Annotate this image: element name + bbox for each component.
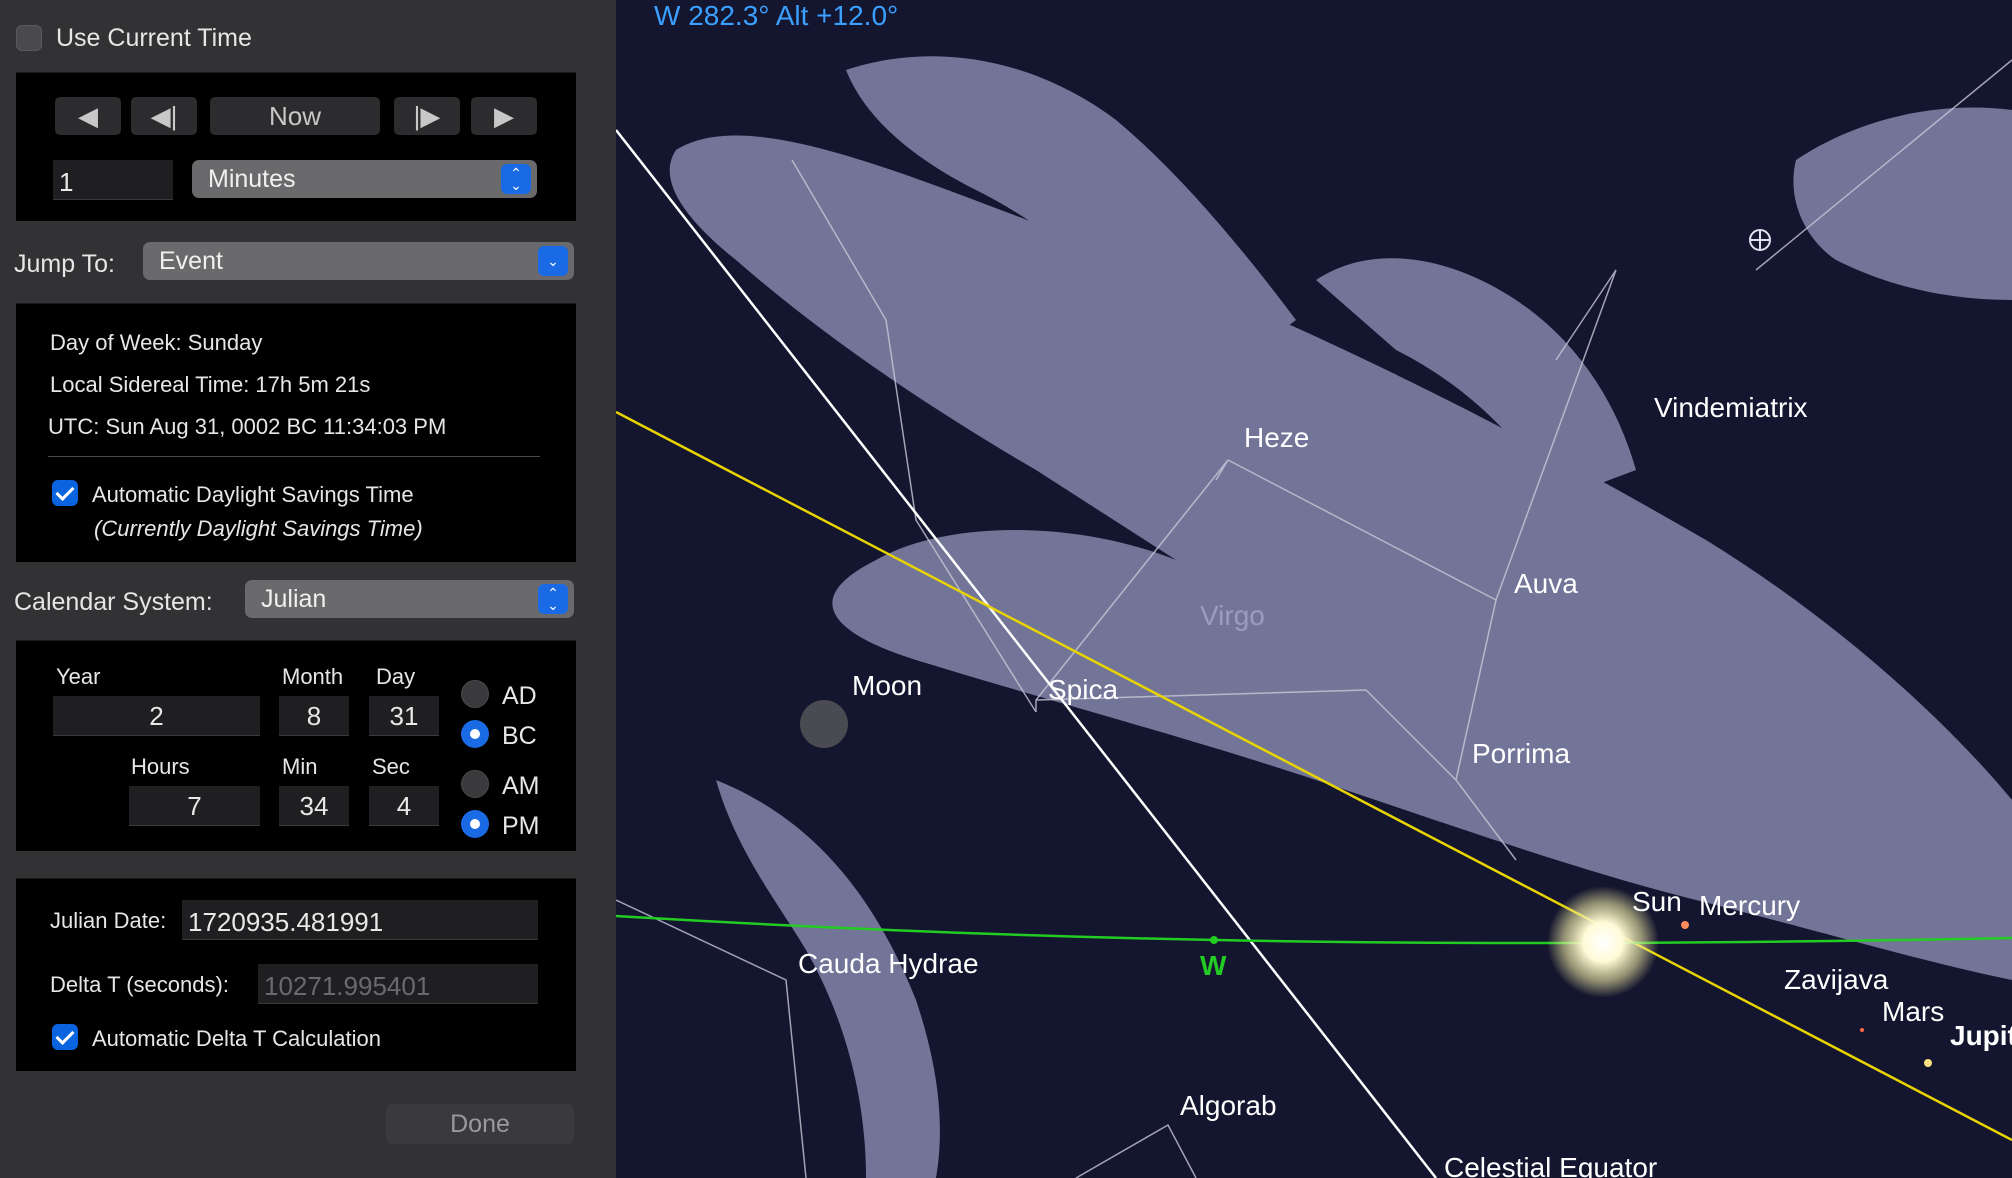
day-label: Day	[376, 664, 416, 689]
done-button[interactable]: Done	[386, 1104, 574, 1144]
year-label: Year	[56, 664, 101, 689]
utc-time: UTC: Sun Aug 31, 0002 BC 11:34:03 PM	[48, 414, 447, 439]
delta-t-field: 10271.995401	[258, 964, 538, 1004]
local-sidereal-time: Local Sidereal Time: 17h 5m 21s	[50, 372, 371, 397]
calendar-stepper-icon: ⌃ ⌄	[538, 584, 568, 614]
jump-to-select[interactable]: Event	[143, 242, 574, 280]
sec-field[interactable]: 4	[369, 786, 439, 826]
month-field[interactable]: 8	[279, 696, 349, 736]
auto-delta-t-label: Automatic Delta T Calculation	[92, 1026, 381, 1051]
min-field[interactable]: 34	[279, 786, 349, 826]
sec-label: Sec	[372, 754, 410, 779]
label-jupiter[interactable]: Jupit	[1950, 1020, 2012, 1052]
step-amount-field[interactable]: 1	[53, 160, 173, 200]
julian-date-field[interactable]: 1720935.481991	[182, 900, 538, 940]
label-auva[interactable]: Auva	[1514, 568, 1578, 600]
bc-radio[interactable]	[461, 720, 489, 748]
sky-chart-svg	[616, 56, 2012, 1178]
label-heze[interactable]: Heze	[1244, 422, 1309, 454]
direction-altitude-readout: W 282.3° Alt +12.0°	[654, 0, 899, 31]
bc-label: BC	[502, 722, 537, 750]
auto-delta-t-checkbox[interactable]	[52, 1024, 78, 1050]
step-unit-select[interactable]: Minutes	[192, 160, 537, 198]
back-fast-button[interactable]: ◀	[55, 97, 121, 135]
label-spica[interactable]: Spica	[1048, 674, 1118, 706]
pm-label: PM	[502, 812, 540, 840]
month-label: Month	[282, 664, 344, 689]
label-west-point: W	[1200, 950, 1227, 981]
label-mercury[interactable]: Mercury	[1699, 890, 1800, 922]
label-porrima[interactable]: Porrima	[1472, 738, 1570, 770]
moon-disc[interactable]	[800, 700, 848, 748]
calendar-system-select[interactable]: Julian	[245, 580, 574, 618]
label-zavijava[interactable]: Zavijava	[1784, 964, 1888, 996]
hours-label: Hours	[131, 754, 190, 779]
delta-t-label: Delta T (seconds):	[50, 972, 229, 997]
day-of-week: Day of Week: Sunday	[50, 330, 263, 355]
calendar-system-label: Calendar System:	[14, 588, 213, 616]
label-cauda-hydrae[interactable]: Cauda Hydrae	[798, 948, 979, 980]
ad-label: AD	[502, 682, 537, 710]
label-algorab[interactable]: Algorab	[1180, 1090, 1277, 1122]
ad-radio[interactable]	[461, 680, 489, 708]
am-label: AM	[502, 772, 540, 800]
dst-note: (Currently Daylight Savings Time)	[94, 516, 423, 541]
now-button[interactable]: Now	[210, 97, 380, 135]
julian-date-label: Julian Date:	[50, 908, 167, 933]
sky-view[interactable]: W 282.3° Alt +12.0° Heze Vindemiatrix Au…	[616, 0, 2012, 1178]
info-divider	[48, 456, 540, 457]
west-point-marker	[1210, 936, 1218, 944]
use-current-time-checkbox[interactable]	[16, 25, 42, 51]
label-moon[interactable]: Moon	[852, 670, 922, 702]
auto-dst-label: Automatic Daylight Savings Time	[92, 482, 414, 507]
auto-dst-checkbox[interactable]	[52, 480, 78, 506]
label-sun[interactable]: Sun	[1632, 886, 1682, 918]
forward-step-button[interactable]: |▶	[394, 97, 460, 135]
am-radio[interactable]	[461, 770, 489, 798]
use-current-time-label: Use Current Time	[56, 24, 252, 52]
year-field[interactable]: 2	[53, 696, 260, 736]
back-step-button[interactable]: ◀|	[131, 97, 197, 135]
mercury-dot[interactable]	[1681, 921, 1689, 929]
label-virgo: Virgo	[1200, 600, 1265, 631]
min-label: Min	[282, 754, 318, 779]
jump-to-label: Jump To:	[14, 250, 115, 278]
jump-to-chevron-down-icon: ⌄	[538, 246, 568, 276]
forward-fast-button[interactable]: ▶	[471, 97, 537, 135]
hours-field[interactable]: 7	[129, 786, 260, 826]
step-unit-stepper-icon: ⌃ ⌄	[501, 164, 531, 194]
label-mars[interactable]: Mars	[1882, 996, 1944, 1028]
crosshair-icon	[1749, 229, 1771, 251]
pm-radio[interactable]	[461, 810, 489, 838]
time-control-panel: Use Current Time ◀ ◀| Now |▶ ▶ 1 Minutes…	[0, 0, 616, 1178]
label-celestial-equator: Celestial Equator	[1444, 1152, 1658, 1178]
mars-dot[interactable]	[1860, 1028, 1864, 1032]
label-vindemiatrix[interactable]: Vindemiatrix	[1654, 392, 1808, 424]
day-field[interactable]: 31	[369, 696, 439, 736]
jupiter-dot[interactable]	[1924, 1059, 1932, 1067]
